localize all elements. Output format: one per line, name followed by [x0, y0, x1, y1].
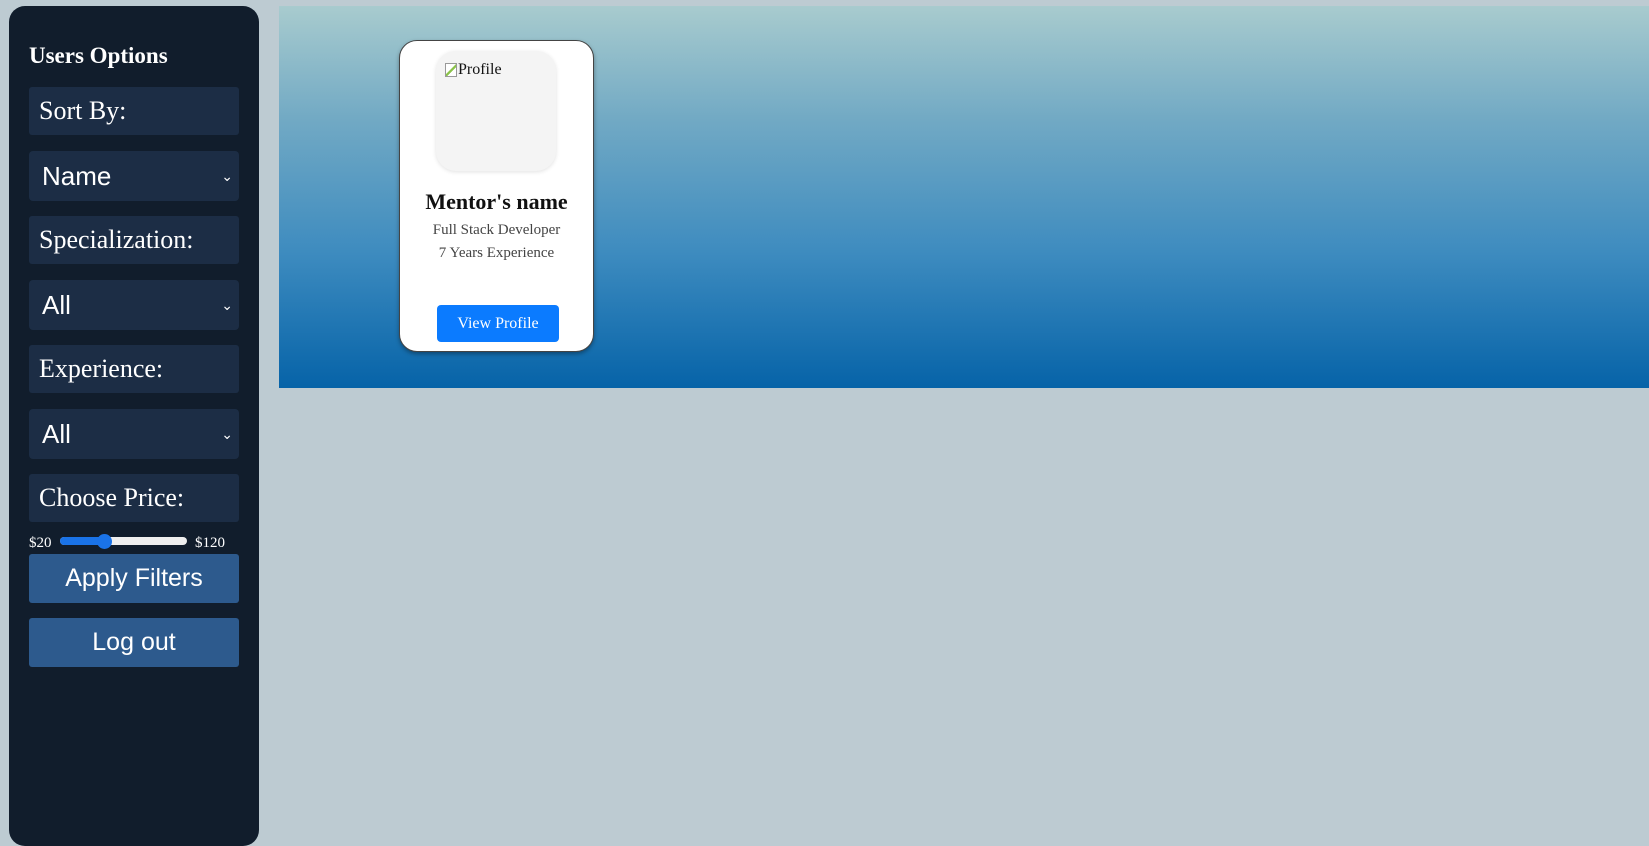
sort-by-label: Sort By: [29, 87, 239, 135]
mentor-experience: 7 Years Experience [438, 245, 555, 261]
price-label: Choose Price: [29, 474, 239, 522]
mentor-name: Mentor's name [425, 189, 568, 214]
chevron-down-icon: ⌄ [221, 168, 233, 184]
experience-select[interactable]: All ⌄ [29, 409, 239, 459]
view-profile-button[interactable]: View Profile [437, 305, 559, 342]
chevron-down-icon: ⌄ [221, 297, 233, 313]
sort-by-select[interactable]: Name ⌄ [29, 151, 239, 201]
avatar-alt-text: Profile [458, 61, 502, 78]
sidebar: Users Options Sort By: Name ⌄ Specializa… [9, 6, 259, 846]
specialization-label: Specialization: [29, 216, 239, 264]
apply-filters-button[interactable]: Apply Filters [29, 554, 239, 603]
logout-button[interactable]: Log out [29, 618, 239, 667]
sort-by-value: Name [42, 161, 112, 191]
mentor-avatar: Profile [436, 51, 556, 171]
experience-label: Experience: [29, 345, 239, 393]
specialization-select[interactable]: All ⌄ [29, 280, 239, 330]
price-range: $20 $120 [29, 531, 239, 551]
mentors-hero: Profile Mentor's name Full Stack Develop… [279, 6, 1649, 388]
price-slider-thumb[interactable] [97, 534, 113, 549]
avatar-alt: Profile [445, 61, 502, 79]
price-max-label: $120 [195, 535, 225, 551]
experience-value: All [42, 419, 71, 449]
mentor-role: Full Stack Developer [432, 222, 561, 238]
broken-image-icon [445, 63, 457, 77]
price-min-label: $20 [29, 535, 52, 551]
chevron-down-icon: ⌄ [221, 426, 233, 442]
specialization-value: All [42, 290, 71, 320]
sidebar-title: Users Options [29, 43, 168, 68]
mentor-card: Profile Mentor's name Full Stack Develop… [399, 40, 594, 352]
price-slider[interactable] [60, 537, 187, 545]
